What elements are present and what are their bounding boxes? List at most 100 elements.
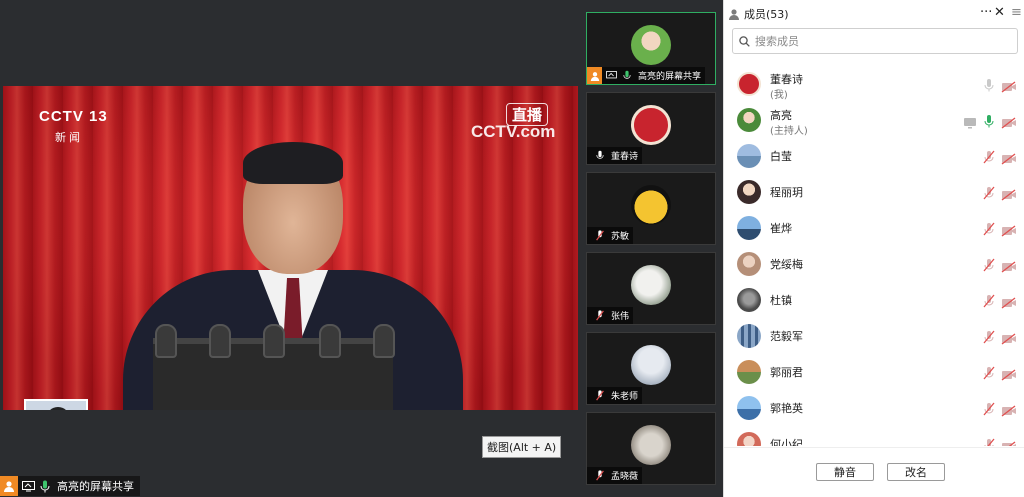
- host-icon: [0, 476, 18, 496]
- mic-muted-icon[interactable]: [982, 437, 996, 446]
- member-search-box[interactable]: [732, 28, 1018, 54]
- camera-off-icon[interactable]: [1001, 366, 1017, 381]
- camera-off-icon[interactable]: [1001, 78, 1017, 93]
- participant-avatar: [631, 25, 671, 65]
- sign-language-inset: [24, 399, 88, 410]
- podium-mic: [319, 324, 341, 358]
- participant-avatar: [631, 185, 671, 225]
- panel-footer: 静音 改名: [724, 447, 1024, 497]
- camera-off-icon[interactable]: [1001, 258, 1017, 273]
- main-stage: CCTV 13 新闻 直播 CCTV.com 截图(Alt + A) 高亮的屏幕…: [0, 0, 580, 497]
- member-row[interactable]: 何小纪: [724, 426, 1024, 446]
- stage-name-label: 高亮的屏幕共享: [0, 476, 140, 496]
- panel-header: 成员(53) ··· ✕ ≡: [724, 0, 1024, 28]
- member-name: 杜镇: [770, 294, 792, 307]
- member-name: 党绥梅: [770, 258, 803, 271]
- mic-off-icon: [593, 389, 607, 403]
- podium-mic: [263, 324, 285, 358]
- mic-muted-icon[interactable]: [982, 257, 996, 272]
- camera-off-icon[interactable]: [1001, 330, 1017, 345]
- member-avatar: [737, 288, 761, 312]
- mic-muted-icon[interactable]: [982, 401, 996, 416]
- close-panel-button[interactable]: ✕: [994, 5, 1005, 20]
- member-row[interactable]: 党绥梅: [724, 246, 1024, 282]
- thumbnail-name: 张伟: [611, 312, 630, 322]
- thumbnail-tile[interactable]: 苏敏: [586, 172, 716, 245]
- podium-mic: [209, 324, 231, 358]
- channel-subtitle: 新闻: [55, 131, 83, 144]
- camera-off-icon[interactable]: [1001, 150, 1017, 165]
- member-row[interactable]: 崔烨: [724, 210, 1024, 246]
- mic-on-icon: [593, 149, 607, 163]
- shared-screen-video[interactable]: CCTV 13 新闻 直播 CCTV.com: [3, 86, 578, 410]
- member-row[interactable]: 白莹: [724, 138, 1024, 174]
- member-name: 崔烨: [770, 222, 792, 235]
- participant-avatar: [631, 345, 671, 385]
- screenshot-tooltip: 截图(Alt + A): [482, 436, 562, 458]
- mic-on-icon[interactable]: [982, 113, 996, 128]
- mute-all-button[interactable]: 静音: [816, 463, 874, 481]
- member-list-scrollbar[interactable]: [1017, 66, 1023, 446]
- members-icon: [728, 5, 740, 24]
- participant-avatar: [631, 105, 671, 145]
- screen-share-icon: [963, 114, 977, 129]
- thumbnail-tile[interactable]: 朱老师: [586, 332, 716, 405]
- screen-share-icon: [21, 479, 35, 493]
- menu-icon[interactable]: ≡: [1011, 5, 1022, 20]
- member-avatar: [737, 396, 761, 420]
- member-avatar: [737, 216, 761, 240]
- mic-muted-icon[interactable]: [982, 149, 996, 164]
- thumbnail-tile[interactable]: 高亮的屏幕共享: [586, 12, 716, 85]
- stage-share-name: 高亮的屏幕共享: [57, 480, 134, 493]
- member-row[interactable]: 高亮 (主持人): [724, 102, 1024, 138]
- member-role: (我): [770, 90, 788, 101]
- member-row[interactable]: 郭艳英: [724, 390, 1024, 426]
- member-avatar: [737, 180, 761, 204]
- member-row[interactable]: 董春诗 (我): [724, 66, 1024, 102]
- member-name: 董春诗: [770, 73, 803, 86]
- thumbnail-tile[interactable]: 张伟: [586, 252, 716, 325]
- search-input[interactable]: [755, 34, 995, 48]
- camera-off-icon[interactable]: [1001, 186, 1017, 201]
- member-name: 郭艳英: [770, 402, 803, 415]
- meeting-window: CCTV 13 新闻 直播 CCTV.com 截图(Alt + A) 高亮的屏幕…: [0, 0, 1024, 497]
- camera-off-icon[interactable]: [1001, 222, 1017, 237]
- thumbnail-name: 朱老师: [611, 392, 639, 402]
- thumbnail-tile[interactable]: 孟晓薇: [586, 412, 716, 485]
- mic-off-icon: [593, 309, 607, 323]
- member-row[interactable]: 郭丽君: [724, 354, 1024, 390]
- thumbnail-name: 高亮的屏幕共享: [638, 72, 702, 82]
- mic-on-icon: [620, 69, 634, 83]
- member-row[interactable]: 范毅军: [724, 318, 1024, 354]
- podium-mic: [373, 324, 395, 358]
- thumbnail-name: 董春诗: [611, 152, 639, 162]
- camera-off-icon[interactable]: [1001, 402, 1017, 417]
- member-avatar: [737, 252, 761, 276]
- camera-off-icon[interactable]: [1001, 438, 1017, 446]
- mic-muted-icon[interactable]: [982, 365, 996, 380]
- screen-share-icon: [604, 69, 618, 83]
- podium-mic: [155, 324, 177, 358]
- member-avatar: [737, 324, 761, 348]
- mic-on-icon: [38, 479, 52, 493]
- member-list: 董春诗 (我) 高亮 (主持人) 白莹 程丽玥 崔烨 党绥梅 杜镇 范毅军 郭丽…: [724, 66, 1024, 446]
- camera-off-icon[interactable]: [1001, 114, 1017, 129]
- mic-muted-icon[interactable]: [982, 221, 996, 236]
- more-options-button[interactable]: ···: [980, 5, 992, 20]
- panel-title: 成员(53): [744, 8, 789, 21]
- member-avatar: [737, 72, 761, 96]
- member-role: (主持人): [770, 126, 808, 137]
- mic-muted-icon[interactable]: [982, 185, 996, 200]
- member-name: 白莹: [770, 150, 792, 163]
- thumbnail-name: 孟晓薇: [611, 472, 639, 482]
- camera-off-icon[interactable]: [1001, 294, 1017, 309]
- mic-muted-icon[interactable]: [982, 329, 996, 344]
- mic-muted-icon[interactable]: [982, 293, 996, 308]
- mic-idle-icon[interactable]: [982, 77, 996, 92]
- member-row[interactable]: 程丽玥: [724, 174, 1024, 210]
- rename-button[interactable]: 改名: [887, 463, 945, 481]
- member-row[interactable]: 杜镇: [724, 282, 1024, 318]
- thumbnail-tile[interactable]: 董春诗: [586, 92, 716, 165]
- site-logo: CCTV.com: [471, 122, 556, 141]
- member-avatar: [737, 108, 761, 132]
